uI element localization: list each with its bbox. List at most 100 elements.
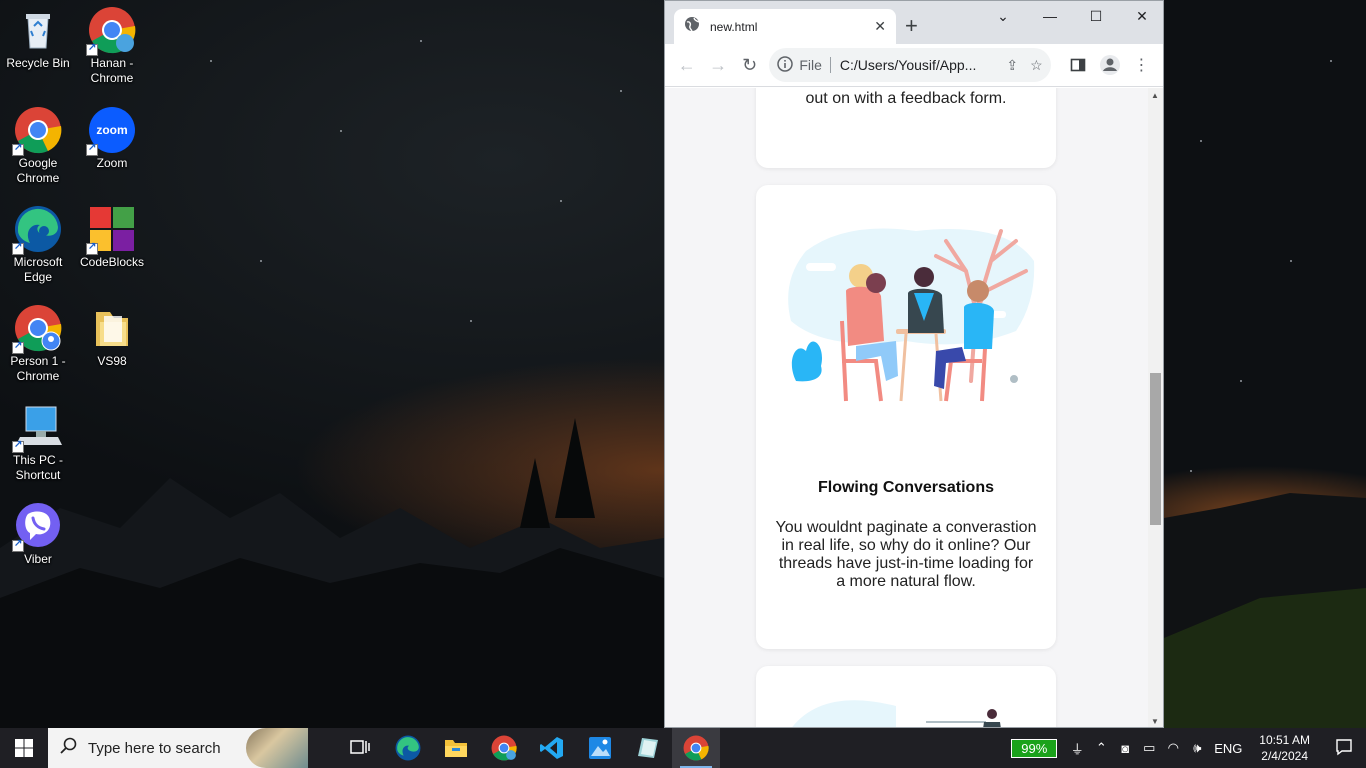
recycle-bin-icon bbox=[14, 6, 62, 54]
clock-time: 10:51 AM bbox=[1259, 733, 1310, 747]
taskbar-app-google-chrome[interactable] bbox=[672, 728, 720, 768]
taskbar-clock[interactable]: 10:51 AM 2/4/2024 bbox=[1259, 732, 1310, 764]
address-url[interactable]: C:/Users/Yousif/App... bbox=[840, 57, 1006, 73]
taskbar-search-box[interactable]: Type here to search bbox=[48, 728, 308, 768]
desktop-icon-codeblocks[interactable]: CodeBlocks bbox=[74, 205, 150, 270]
desktop-icon-label: CodeBlocks bbox=[79, 255, 145, 269]
info-icon[interactable] bbox=[777, 55, 794, 75]
feature-card-flowing-conversations: Flowing Conversations You wouldnt pagina… bbox=[756, 185, 1056, 649]
share-icon[interactable]: ⇪ bbox=[1006, 57, 1018, 74]
tab-strip: new.html ✕ + ⌄ — ☐ ✕ bbox=[665, 1, 1163, 44]
desktop-icon-label: Microsoft Edge bbox=[13, 255, 63, 284]
svg-text:zoom: zoom bbox=[96, 123, 127, 137]
reload-icon[interactable]: ↻ bbox=[734, 49, 765, 81]
chrome-icon bbox=[12, 106, 62, 156]
file-explorer-icon bbox=[445, 740, 467, 757]
desktop-icon-label: This PC - Shortcut bbox=[12, 453, 63, 482]
card-title: Flowing Conversations bbox=[817, 479, 994, 496]
vscode-icon bbox=[540, 737, 563, 759]
chrome-profile-icon bbox=[491, 735, 517, 761]
search-icon bbox=[60, 737, 78, 759]
desktop-icon-this-pc[interactable]: This PC - Shortcut bbox=[0, 403, 76, 483]
chrome-profile-icon bbox=[12, 304, 62, 354]
side-panel-icon[interactable] bbox=[1063, 49, 1094, 81]
tab-new-html[interactable]: new.html ✕ bbox=[674, 9, 896, 44]
taskbar-app-notes[interactable] bbox=[624, 728, 672, 768]
desktop-icon-label: Google Chrome bbox=[16, 156, 60, 185]
chrome-profile-icon bbox=[86, 6, 136, 56]
windows-logo-icon bbox=[15, 739, 33, 757]
page-viewport: out on with a feedback form. Flowing Con… bbox=[665, 88, 1149, 727]
desktop-icon-label: Hanan - Chrome bbox=[90, 56, 134, 85]
browser-window: new.html ✕ + ⌄ — ☐ ✕ ← → ↻ File C:/Users… bbox=[664, 0, 1164, 728]
tab-close-icon[interactable]: ✕ bbox=[874, 18, 886, 35]
zoom-icon: zoom bbox=[86, 106, 136, 156]
new-tab-button[interactable]: + bbox=[905, 13, 918, 39]
edge-icon bbox=[12, 205, 62, 255]
notes-app-icon bbox=[638, 738, 658, 758]
taskbar-app-file-explorer[interactable] bbox=[432, 728, 480, 768]
search-highlight-image bbox=[246, 728, 308, 768]
desktop-icon-viber[interactable]: Viber bbox=[0, 502, 76, 567]
notification-center-icon[interactable] bbox=[1322, 738, 1366, 759]
chrome-icon bbox=[683, 735, 709, 761]
next-card-illustration bbox=[792, 700, 1001, 727]
globe-icon bbox=[684, 16, 700, 37]
codeblocks-icon bbox=[86, 205, 136, 255]
tab-search-chevron-icon[interactable]: ⌄ bbox=[980, 5, 1026, 29]
webcam-icon[interactable]: ◙ bbox=[1113, 741, 1137, 756]
feature-card-previous: out on with a feedback form. bbox=[756, 88, 1056, 168]
task-view-button[interactable] bbox=[336, 728, 384, 768]
browser-toolbar: ← → ↻ File C:/Users/Yousif/App... ⇪ ☆ ⋮ bbox=[665, 44, 1163, 87]
feature-card-next bbox=[756, 666, 1056, 727]
battery-icon[interactable]: ▭ bbox=[1137, 740, 1161, 756]
maximize-button[interactable]: ☐ bbox=[1073, 5, 1119, 29]
desktop-icon-label: VS98 bbox=[97, 354, 127, 368]
taskbar-app-photos[interactable] bbox=[576, 728, 624, 768]
desktop-icon-hanan-chrome[interactable]: Hanan - Chrome bbox=[74, 6, 150, 86]
desktop-icon-person1-chrome[interactable]: Person 1 - Chrome bbox=[0, 304, 76, 384]
task-view-icon bbox=[350, 740, 370, 754]
close-window-button[interactable]: ✕ bbox=[1119, 5, 1163, 29]
card-text: You wouldnt paginate a converastion in r… bbox=[775, 519, 1037, 590]
folder-icon bbox=[88, 304, 136, 352]
desktop-icon-google-chrome[interactable]: Google Chrome bbox=[0, 106, 76, 186]
scroll-down-arrow-icon[interactable]: ▼ bbox=[1151, 717, 1159, 726]
address-bar[interactable]: File C:/Users/Yousif/App... ⇪ ☆ bbox=[769, 48, 1051, 82]
start-button[interactable] bbox=[0, 728, 48, 768]
desktop-icon-zoom[interactable]: zoom Zoom bbox=[74, 106, 150, 171]
desktop-icon-label: Person 1 - Chrome bbox=[10, 354, 66, 383]
wifi-icon[interactable]: ◠ bbox=[1161, 740, 1185, 756]
desktop-icon-recycle-bin[interactable]: Recycle Bin bbox=[0, 6, 76, 71]
edge-icon bbox=[395, 735, 421, 761]
scroll-up-arrow-icon[interactable]: ▲ bbox=[1151, 91, 1159, 100]
page-scrollbar[interactable]: ▲ ▼ bbox=[1148, 88, 1163, 727]
bookmark-star-icon[interactable]: ☆ bbox=[1030, 57, 1043, 74]
minimize-button[interactable]: — bbox=[1027, 5, 1073, 29]
taskbar-app-chrome-profile[interactable] bbox=[480, 728, 528, 768]
taskbar-app-vscode[interactable] bbox=[528, 728, 576, 768]
show-hidden-icons-chevron-icon[interactable]: ⌃ bbox=[1089, 740, 1113, 756]
card-text: out on with a feedback form. bbox=[805, 90, 1007, 107]
clock-date: 2/4/2024 bbox=[1261, 749, 1308, 763]
speaker-icon[interactable]: 🕪 bbox=[1185, 740, 1209, 756]
this-pc-icon bbox=[12, 403, 62, 453]
power-plug-icon[interactable]: ⏚ bbox=[1065, 739, 1089, 758]
forward-arrow-icon[interactable]: → bbox=[702, 49, 733, 81]
system-tray: 99% ⏚ ⌃ ◙ ▭ ◠ 🕪 ENG 10:51 AM 2/4/2024 bbox=[1011, 728, 1366, 768]
address-scheme: File bbox=[799, 57, 831, 73]
taskbar: Type here to search 99% ⏚ ⌃ ◙ ▭ ◠ 🕪 ENG … bbox=[0, 728, 1366, 768]
conversation-illustration bbox=[786, 211, 1036, 426]
back-arrow-icon[interactable]: ← bbox=[671, 49, 702, 81]
desktop-icon-label: Recycle Bin bbox=[6, 56, 70, 70]
scrollbar-thumb[interactable] bbox=[1150, 373, 1161, 525]
desktop-icon-microsoft-edge[interactable]: Microsoft Edge bbox=[0, 205, 76, 285]
desktop-icon-label: Viber bbox=[24, 552, 52, 566]
desktop-icon-vs98[interactable]: VS98 bbox=[74, 304, 150, 369]
taskbar-app-edge[interactable] bbox=[384, 728, 432, 768]
language-indicator[interactable]: ENG bbox=[1209, 741, 1247, 756]
photos-icon bbox=[589, 737, 611, 759]
more-menu-icon[interactable]: ⋮ bbox=[1126, 49, 1157, 81]
profile-avatar-icon[interactable] bbox=[1094, 49, 1125, 81]
battery-percentage[interactable]: 99% bbox=[1011, 738, 1058, 758]
